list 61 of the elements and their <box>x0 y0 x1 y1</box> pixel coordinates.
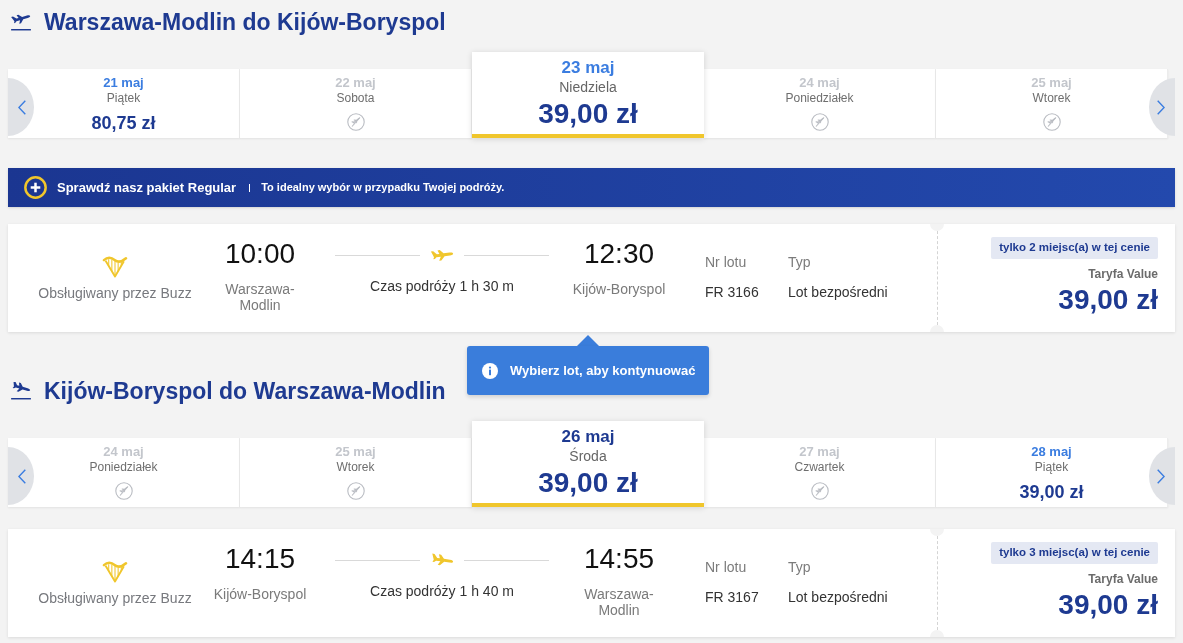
departure-time: 10:00 <box>224 237 296 271</box>
fare-price: 39,00 zł <box>1058 588 1158 622</box>
arrival-time: 12:30 <box>583 237 655 271</box>
operator-text: Obsługiwany przez Buzz <box>38 284 192 303</box>
date-tab[interactable]: 25 maj Wtorek <box>936 69 1168 138</box>
info-icon <box>482 362 498 379</box>
duration-text: Czas podróży 1 h 40 m <box>370 582 514 601</box>
flight-number-label: Nr lotu <box>705 558 747 577</box>
no-flight-icon <box>114 482 133 500</box>
route-title: Warszawa-Modlin do Kijów-Boryspol <box>44 8 446 36</box>
flight-type: Lot bezpośredni <box>788 283 888 302</box>
route-title: Kijów-Boryspol do Warszawa-Modlin <box>44 377 446 405</box>
date-tab[interactable]: 23 maj Niedziela 39,00 zł <box>472 52 704 138</box>
tooltip-text: Wybierz lot, aby kontynuować <box>510 361 696 380</box>
operator-text: Obsługiwany przez Buzz <box>38 589 192 608</box>
promo-banner[interactable]: Sprawdź nasz pakiet Regular To idealny wybór w przypadku Twojej podróży. <box>8 168 1175 207</box>
no-flight-icon <box>810 482 829 500</box>
fare-price: 39,00 zł <box>1058 283 1158 317</box>
date-tab[interactable]: 24 maj Poniedziałek <box>704 69 936 138</box>
date-tab[interactable]: 24 maj Poniedziałek <box>8 438 240 507</box>
fare-name: Taryfa Value <box>1088 266 1158 282</box>
harp-logo-icon <box>102 256 128 278</box>
flight-card[interactable]: Obsługiwany przez Buzz 14:15 Kijów-Boryspol Czas podróży 1 h 40 m 14:55 Warszawa-Modlin Nr lotu FR 3167 Typ Lot bezpośredni tylko 3 miejsc(a) w tej cenie Taryfa Value 39,00 zł <box>8 529 1175 637</box>
chevron-right-icon <box>1157 99 1165 115</box>
no-flight-icon <box>810 113 829 131</box>
date-tab[interactable]: 22 maj Sobota <box>240 69 472 138</box>
flight-card[interactable]: Obsługiwany przez Buzz 10:00 Warszawa-Modlin Czas podróży 1 h 30 m 12:30 Kijów-Boryspol Nr lotu FR 3166 Typ Lot bezpośredni tylko 2 miejsc(a) w tej cenie Taryfa Value 39,00 zł <box>8 224 1175 332</box>
arrival-city: Warszawa-Modlin <box>583 586 655 618</box>
harp-logo-icon <box>102 561 128 583</box>
promo-title: Sprawdź nasz pakiet Regular <box>57 178 237 197</box>
fare-name: Taryfa Value <box>1088 571 1158 587</box>
chevron-left-icon <box>18 99 26 115</box>
departure-city: Kijów-Boryspol <box>213 586 307 602</box>
takeoff-plane-icon <box>10 13 32 31</box>
flight-number: FR 3167 <box>705 588 759 607</box>
date-tab[interactable]: 27 maj Czwartek <box>704 438 936 507</box>
flight-type-label: Typ <box>788 253 811 272</box>
landing-plane-icon <box>10 382 32 400</box>
date-tab[interactable]: 28 maj Piątek 39,00 zł <box>936 438 1168 507</box>
seats-left-badge: tylko 3 miejsc(a) w tej cenie <box>991 542 1158 564</box>
duration-text: Czas podróży 1 h 30 m <box>370 277 514 296</box>
flight-number: FR 3166 <box>705 283 759 302</box>
plus-icon <box>24 176 47 199</box>
chevron-left-icon <box>18 468 26 484</box>
departure-city: Warszawa-Modlin <box>224 281 296 313</box>
plane-icon <box>428 248 456 262</box>
no-flight-icon <box>346 482 365 500</box>
date-tab[interactable]: 21 maj Piątek 80,75 zł <box>8 69 240 138</box>
flight-number-label: Nr lotu <box>705 253 747 272</box>
promo-text: To idealny wybór w przypadku Twojej podróży. <box>261 180 505 196</box>
departure-time: 14:15 <box>224 542 296 576</box>
flight-type-label: Typ <box>788 558 811 577</box>
date-tab[interactable]: 26 maj Środa 39,00 zł <box>472 421 704 507</box>
arrival-time: 14:55 <box>583 542 655 576</box>
no-flight-icon <box>346 113 365 131</box>
chevron-right-icon <box>1157 468 1165 484</box>
date-tab[interactable]: 25 maj Wtorek <box>240 438 472 507</box>
seats-left-badge: tylko 2 miejsc(a) w tej cenie <box>991 237 1158 259</box>
arrival-city: Kijów-Boryspol <box>572 281 666 297</box>
no-flight-icon <box>1042 113 1061 131</box>
flight-type: Lot bezpośredni <box>788 588 888 607</box>
